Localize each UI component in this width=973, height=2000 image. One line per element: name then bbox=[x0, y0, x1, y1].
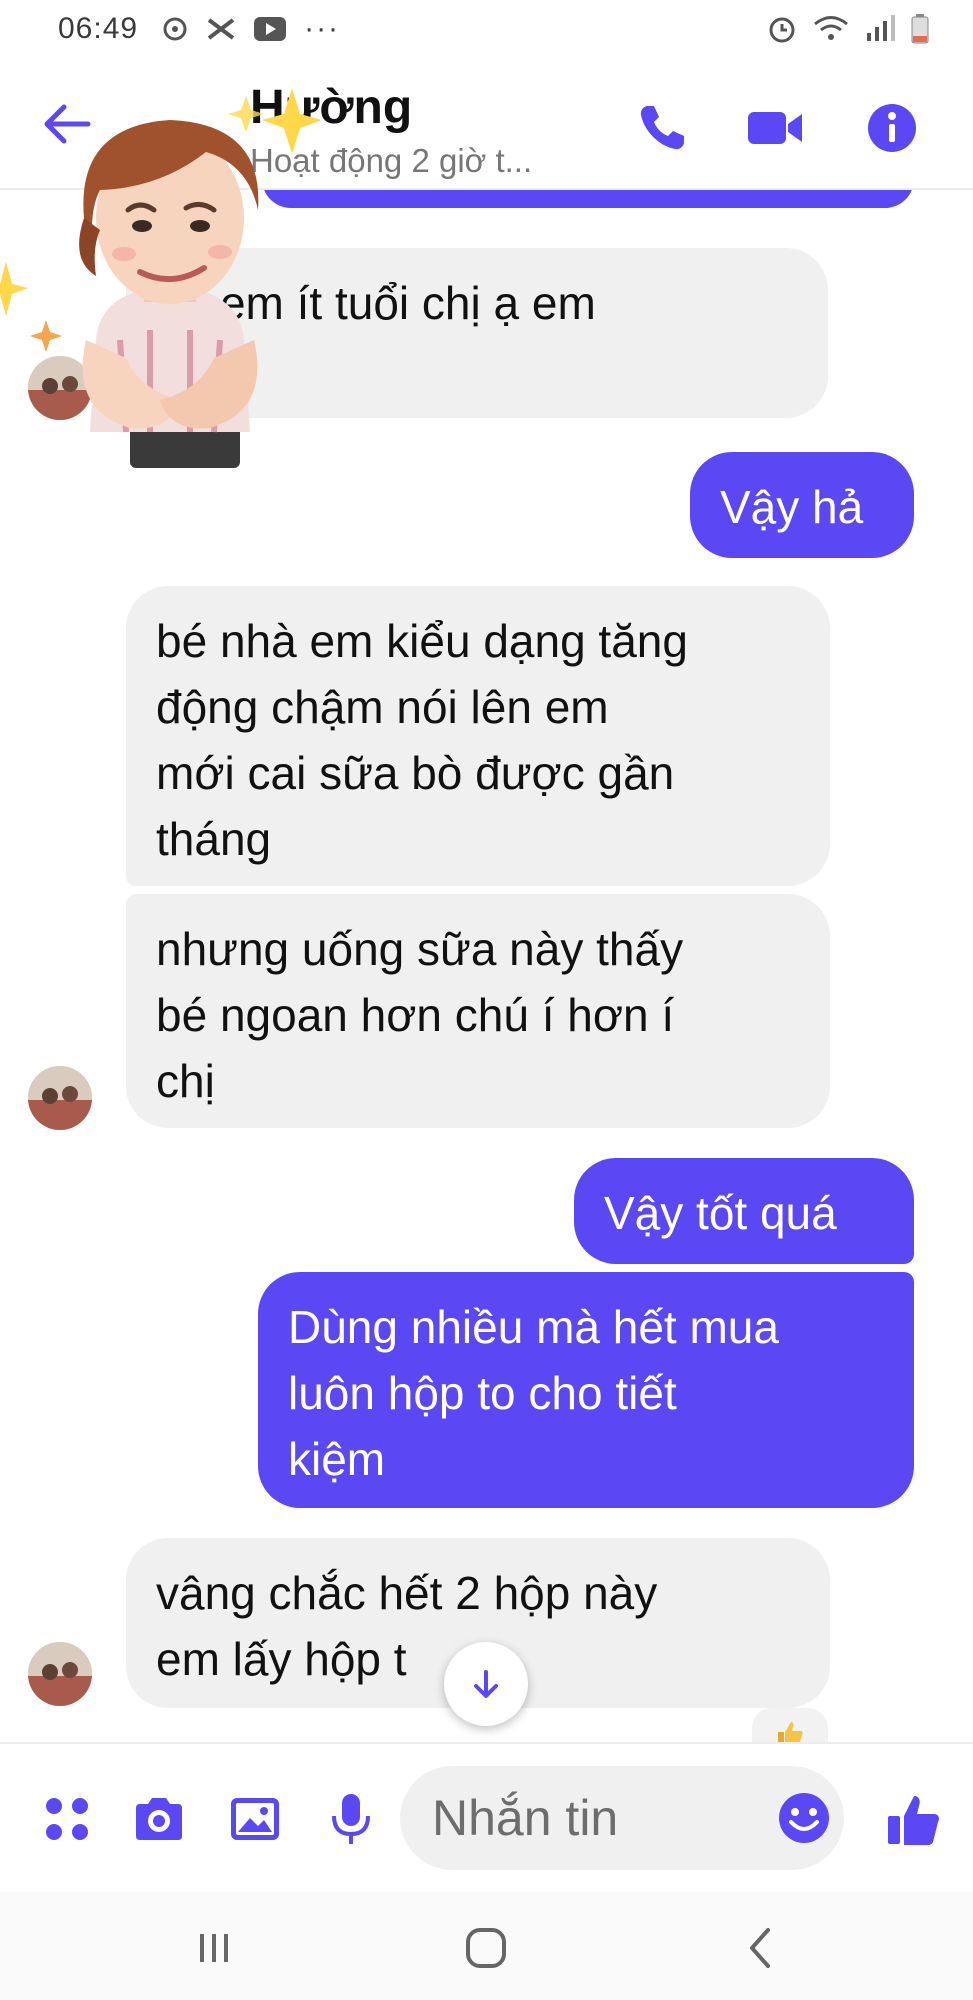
phone-icon[interactable] bbox=[632, 98, 692, 158]
wifi-icon bbox=[814, 16, 848, 40]
contact-avatar[interactable] bbox=[28, 1066, 92, 1130]
outgoing-message-bubble: Dùng nhiều mà hết mua luôn hộp to cho ti… bbox=[258, 1272, 914, 1508]
system-navigation-bar bbox=[0, 1892, 973, 2000]
system-icons bbox=[767, 14, 929, 44]
sync-icon bbox=[163, 17, 187, 41]
chat-header: Hường Hoạt động 2 giờ t... bbox=[0, 58, 973, 190]
home-icon[interactable] bbox=[458, 1920, 514, 1976]
message-reaction[interactable] bbox=[752, 1708, 828, 1742]
message-composer bbox=[0, 1742, 973, 1892]
arrow-down-icon bbox=[474, 1670, 498, 1698]
apps-icon[interactable] bbox=[38, 1790, 96, 1848]
youtube-icon bbox=[254, 17, 287, 41]
outgoing-message-bubble: Vậy tốt quá bbox=[574, 1158, 914, 1264]
camera-icon[interactable] bbox=[130, 1790, 188, 1848]
contact-avatar[interactable] bbox=[28, 356, 92, 420]
incoming-message-bubble: ng em ít tuổi chị ạ em 9 ia bbox=[126, 248, 828, 418]
thumbs-up-icon[interactable] bbox=[884, 1790, 944, 1850]
signal-icon bbox=[867, 15, 895, 41]
back-arrow-icon[interactable] bbox=[40, 98, 92, 150]
outgoing-message-bubble: Vậy hả bbox=[690, 452, 914, 558]
status-time: 06:49 bbox=[58, 12, 139, 45]
incoming-message-bubble: bé nhà em kiểu dạng tăng động chậm nói l… bbox=[126, 586, 830, 886]
info-icon[interactable] bbox=[862, 98, 922, 158]
alarm-icon bbox=[769, 17, 795, 43]
notification-icons: ··· bbox=[162, 12, 340, 46]
contact-avatar[interactable] bbox=[28, 1642, 92, 1706]
video-call-icon[interactable] bbox=[744, 98, 806, 158]
thumbs-up-reaction-icon bbox=[778, 1722, 803, 1742]
image-icon[interactable] bbox=[226, 1790, 284, 1848]
status-bar: 06:49 ··· bbox=[0, 0, 973, 58]
microphone-icon[interactable] bbox=[322, 1790, 380, 1848]
back-icon[interactable] bbox=[734, 1920, 790, 1976]
previous-message-bubble bbox=[262, 190, 914, 208]
incoming-message-bubble: nhưng uống sữa này thấy bé ngoan hơn chú… bbox=[126, 894, 830, 1128]
contact-status: Hoạt động 2 giờ t... bbox=[250, 142, 533, 179]
message-list[interactable]: ng em ít tuổi chị ạ em 9 ia Vậy hả bé nh… bbox=[0, 190, 973, 1742]
recent-apps-icon[interactable] bbox=[186, 1920, 242, 1976]
capcut-icon bbox=[207, 18, 235, 40]
more-notifications-icon: ··· bbox=[304, 12, 341, 45]
battery-icon bbox=[911, 14, 929, 44]
scroll-to-bottom-button[interactable] bbox=[444, 1642, 528, 1726]
emoji-icon[interactable] bbox=[776, 1790, 832, 1846]
contact-name[interactable]: Hường bbox=[250, 80, 412, 135]
